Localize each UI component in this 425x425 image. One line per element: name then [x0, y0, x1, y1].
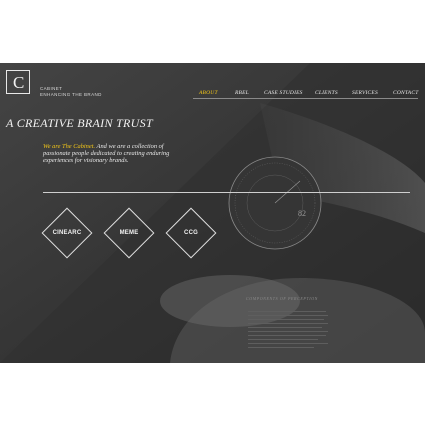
diamond-label-meme[interactable]: MEME: [99, 230, 159, 236]
nav-about[interactable]: ABOUT: [199, 90, 218, 96]
nav-divider: [193, 98, 418, 99]
nav-rbel[interactable]: RBEL: [235, 90, 249, 96]
brand-text: CABINET ENHANCING THE BRAND: [40, 86, 102, 97]
diamond-label-ccg[interactable]: CCG: [161, 230, 221, 236]
logo[interactable]: C: [6, 70, 30, 94]
brand-tagline: ENHANCING THE BRAND: [40, 91, 102, 97]
section-divider: [43, 192, 410, 193]
intro-highlight: We are The Cabinet.: [43, 143, 96, 150]
nav-case-studies[interactable]: CASE STUDIES: [264, 90, 303, 96]
website-panel: 82 C CABINET ENHANCING THE BRAND ABOUT R…: [0, 63, 425, 363]
page-headline: A CREATIVE BRAIN TRUST: [6, 116, 153, 130]
nav-clients[interactable]: CLIENTS: [315, 90, 338, 96]
dial-number: 82: [298, 209, 306, 218]
nav-contact[interactable]: CONTACT: [393, 90, 418, 96]
diamond-label-cinearc[interactable]: CINEARC: [37, 230, 97, 236]
background-caption: COMPONENTS OF PERCEPTION: [246, 296, 318, 301]
logo-glyph: C: [13, 73, 25, 92]
nav-services[interactable]: SERVICES: [352, 90, 378, 96]
intro-paragraph: We are The Cabinet. And we are a collect…: [43, 143, 183, 165]
